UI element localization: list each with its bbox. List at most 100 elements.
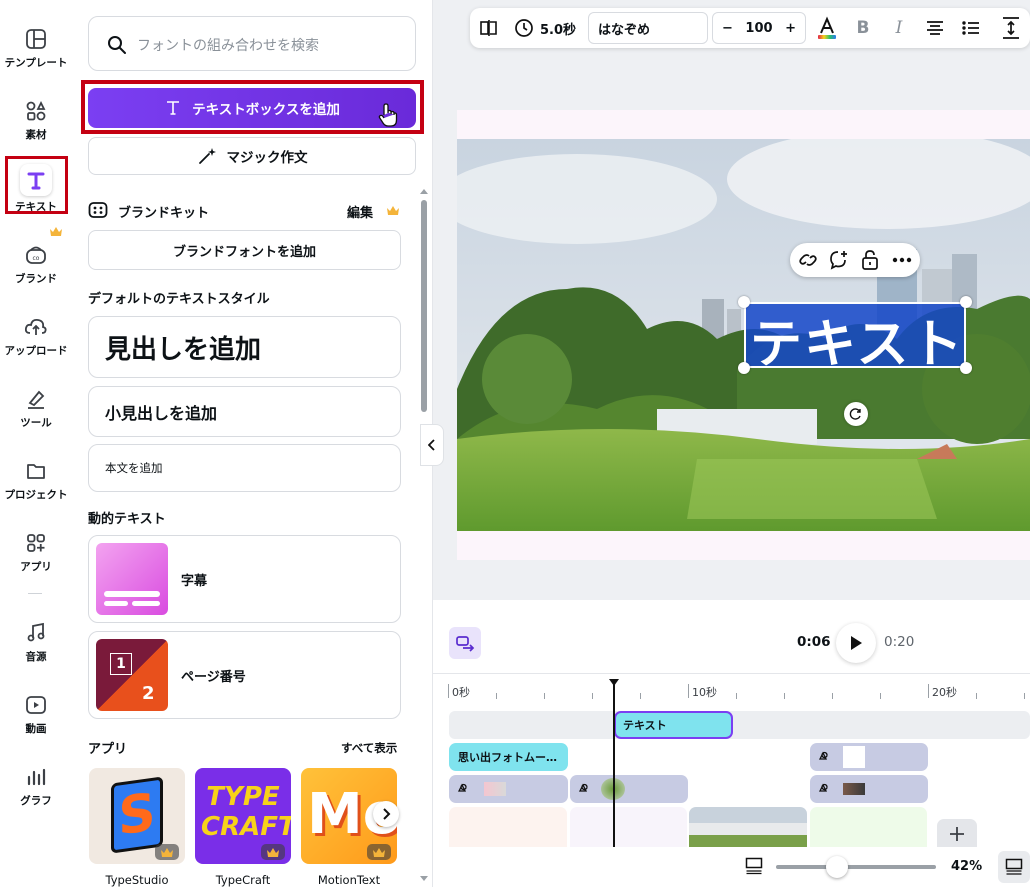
link-icon[interactable] xyxy=(798,251,818,269)
font-size-decrease-button[interactable]: − xyxy=(722,21,733,36)
media-clip[interactable] xyxy=(810,775,928,803)
brand-edit-link[interactable]: 編集 xyxy=(347,202,373,221)
tick-0s: 0秒 xyxy=(452,686,470,699)
rail-item-projects[interactable]: プロジェクト xyxy=(0,452,72,514)
add-subheading-button[interactable]: 小見出しを追加 xyxy=(88,386,401,437)
duration-button[interactable]: 5.0秒 xyxy=(512,8,578,48)
rotate-icon xyxy=(849,408,861,420)
scroll-down-icon[interactable] xyxy=(420,876,428,882)
page-number-digit-1: 1 xyxy=(110,653,132,675)
media-clip[interactable] xyxy=(570,775,688,803)
search-input[interactable]: フォントの組み合わせを検索 xyxy=(88,16,416,71)
apps-title: アプリ xyxy=(88,742,128,757)
comment-add-icon[interactable] xyxy=(828,249,850,271)
play-button[interactable] xyxy=(836,623,876,663)
timeline-toggle-button[interactable] xyxy=(449,627,481,659)
rail-item-elements[interactable]: 素材 xyxy=(0,92,72,154)
page-number-card[interactable]: 1 2 ページ番号 xyxy=(88,631,401,719)
font-select[interactable]: はなぞめ xyxy=(588,12,708,44)
typestudio-logo: S xyxy=(111,776,163,854)
page-thumbnail-selected[interactable] xyxy=(689,807,807,847)
list-icon xyxy=(962,21,979,35)
app-typestudio[interactable]: S xyxy=(89,768,185,864)
add-brand-font-label: ブランドフォントを追加 xyxy=(172,244,316,260)
element-clip[interactable] xyxy=(810,743,928,771)
text-toolbar: 5.0秒 はなぞめ − 100 + B I xyxy=(470,8,1030,48)
resize-handle[interactable] xyxy=(960,296,972,308)
scroll-up-icon[interactable] xyxy=(420,188,428,194)
elements-icon xyxy=(578,783,588,792)
folder-icon xyxy=(23,458,49,484)
rail-item-video[interactable]: 動画 xyxy=(0,686,72,748)
zoom-slider-knob[interactable] xyxy=(825,856,848,878)
text-color-button[interactable] xyxy=(814,8,840,48)
hand-cursor-icon xyxy=(378,103,398,127)
page-thumbnail[interactable] xyxy=(810,807,927,847)
rail-item-apps[interactable]: アプリ xyxy=(0,524,72,586)
tools-icon xyxy=(23,386,49,412)
selected-text-element[interactable]: テキスト xyxy=(744,302,966,375)
font-size-stepper: − 100 + xyxy=(712,12,806,44)
collapse-panel-button[interactable] xyxy=(420,424,444,466)
lock-icon[interactable] xyxy=(860,249,880,271)
rail-item-templates[interactable]: テンプレート xyxy=(0,20,72,82)
media-clip[interactable] xyxy=(449,775,568,803)
rail-item-upload[interactable]: アップロード xyxy=(0,308,72,370)
rotate-handle[interactable] xyxy=(844,402,868,426)
highlight-frame xyxy=(5,156,68,214)
rail-item-music[interactable]: 音源 xyxy=(0,614,72,676)
rail-label: ブランド xyxy=(15,273,57,285)
subtitles-card[interactable]: 字幕 xyxy=(88,535,401,623)
align-center-icon xyxy=(927,21,943,35)
panel-scrollbar[interactable] xyxy=(421,200,427,412)
bold-button[interactable]: B xyxy=(850,8,876,48)
canvas-text: テキスト xyxy=(750,315,965,375)
page-thumbnail[interactable] xyxy=(570,807,687,847)
grid-view-icon xyxy=(1005,858,1023,875)
rail-item-brand[interactable]: co ブランド xyxy=(0,236,72,298)
search-placeholder: フォントの組み合わせを検索 xyxy=(137,38,319,54)
resize-handle[interactable] xyxy=(738,362,750,374)
rail-label: グラフ xyxy=(20,795,52,807)
playhead[interactable] xyxy=(613,684,615,847)
resize-handle[interactable] xyxy=(960,362,972,374)
list-button[interactable] xyxy=(958,8,984,48)
flip-button[interactable] xyxy=(476,8,502,48)
apps-next-button[interactable] xyxy=(373,801,399,827)
left-rail: テンプレート 素材 テキスト co ブランド アップロード ツール プロジェクト… xyxy=(0,0,72,887)
zoom-slider[interactable] xyxy=(776,856,936,878)
typecraft-logo: TYPE CRAFT xyxy=(201,782,291,842)
crown-icon xyxy=(50,227,62,236)
italic-button[interactable]: I xyxy=(886,8,912,48)
add-body-button[interactable]: 本文を追加 xyxy=(88,444,401,492)
playhead-marker-icon[interactable] xyxy=(608,678,620,687)
resize-handle[interactable] xyxy=(738,296,750,308)
pages-view-icon[interactable] xyxy=(745,857,763,875)
search-icon xyxy=(108,36,126,54)
app-typecraft[interactable]: TYPE CRAFT xyxy=(195,768,291,864)
spacing-button[interactable] xyxy=(996,8,1026,48)
rail-divider xyxy=(28,593,42,594)
align-button[interactable] xyxy=(922,8,948,48)
music-icon xyxy=(23,620,49,646)
text-clip[interactable]: テキスト xyxy=(614,711,733,739)
rail-item-chart[interactable]: グラフ xyxy=(0,758,72,820)
template-icon xyxy=(23,26,49,52)
page-thumbnail[interactable] xyxy=(449,807,567,847)
font-size-value[interactable]: 100 xyxy=(745,21,772,36)
add-brand-font-button[interactable]: ブランドフォントを追加 xyxy=(88,230,401,270)
more-icon[interactable] xyxy=(892,257,912,263)
font-name: はなぞめ xyxy=(598,22,651,38)
photo-movie-clip[interactable]: 思い出フォトムー… xyxy=(449,743,568,771)
crown-badge xyxy=(261,844,285,860)
magic-write-button[interactable]: マジック作文 xyxy=(88,137,416,175)
apps-show-all-link[interactable]: すべて表示 xyxy=(341,740,397,756)
zoom-level[interactable]: 42% xyxy=(951,859,982,874)
grid-view-button[interactable] xyxy=(998,851,1030,883)
add-heading-button[interactable]: 見出しを追加 xyxy=(88,316,401,378)
rail-item-tools[interactable]: ツール xyxy=(0,380,72,442)
font-size-increase-button[interactable]: + xyxy=(785,21,796,36)
elements-icon xyxy=(818,751,828,760)
elements-icon xyxy=(818,783,828,792)
add-page-button[interactable] xyxy=(937,819,977,849)
